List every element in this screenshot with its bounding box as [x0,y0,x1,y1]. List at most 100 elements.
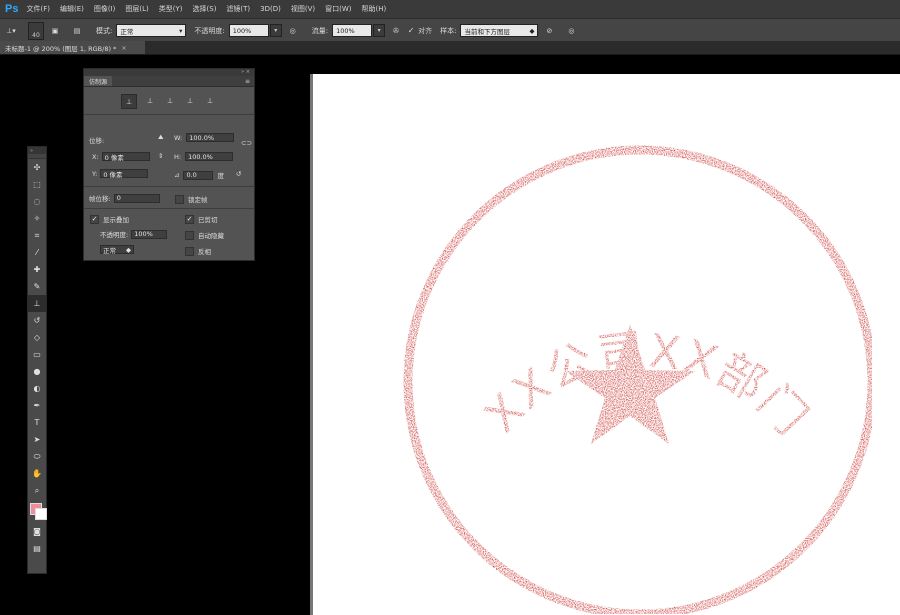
menu-type[interactable]: 类型(Y) [159,4,183,14]
flip-horizontal-icon[interactable]: ⛰ [158,133,163,142]
menu-file[interactable]: 文件(F) [26,4,50,14]
panel-collapse-icon[interactable]: » × [84,69,254,76]
mode-label: 模式: [96,26,113,35]
menu-help[interactable]: 帮助(H) [362,4,387,14]
menu-layer[interactable]: 图层(L) [125,4,148,14]
brush-tool-icon[interactable]: ✎ [28,278,46,295]
flip-vertical-icon[interactable]: ⇕ [158,152,163,160]
blur-tool-icon[interactable]: ● [28,363,46,380]
opacity-label: 不透明度: [194,26,225,35]
ignore-adjustment-layers-icon[interactable]: ⊘ [542,24,556,38]
lock-frame-checkbox[interactable] [175,194,184,204]
brush-size-picker[interactable]: 40 [28,21,44,40]
clipped-checkbox[interactable]: ✓ [185,214,194,224]
clone-source-4-icon[interactable]: ⊥ [183,94,197,107]
magic-wand-tool-icon[interactable]: ✧ [28,210,46,227]
tools-list: ✣ ⬚ ◌ ✧ ⌗ ⁄ ✚ ✎ ⊥ ↺ ◇ ▭ ● ◐ ✒ T ➤ ⬭ ✋ ⌕ [28,159,46,499]
clone-source-1-icon[interactable]: ⊥ [121,94,137,109]
y-offset-input[interactable]: 0 像素 [100,169,149,179]
move-tool-icon[interactable]: ✣ [28,159,46,176]
aligned-checkbox[interactable]: ✓ [407,26,415,35]
opacity-dropdown[interactable]: ▾ [269,24,282,37]
menu-select[interactable]: 选择(S) [193,4,217,14]
separator [84,208,254,209]
document-tab-bar: 未标题-1 @ 200% (图层 1, RGB/8) * × [0,41,900,55]
document-canvas[interactable]: XX公司XX部门财务专用章 [310,74,900,615]
opacity-input[interactable]: 100% [228,24,269,37]
width-scale-input[interactable]: 100.0% [186,133,235,142]
type-tool-icon[interactable]: T [28,414,46,431]
angle-unit: 度 [217,172,224,180]
reset-transform-icon[interactable]: ↺ [236,170,241,178]
menu-edit[interactable]: 编辑(E) [60,4,84,14]
flow-dropdown[interactable]: ▾ [373,24,386,37]
crop-tool-icon[interactable]: ⌗ [28,227,46,244]
menu-filter[interactable]: 滤镜(T) [226,4,250,14]
pressure-opacity-icon[interactable]: ◎ [286,24,300,38]
x-offset-input[interactable]: 0 像素 [101,152,150,162]
close-icon[interactable]: × [121,44,126,52]
tools-panel-header[interactable]: » [28,147,46,154]
panel-tab-bar: 仿制源 ≡ [84,76,254,87]
seal-text: XX公司XX部门财务专用章 [310,74,817,446]
overlay-opacity-label: 不透明度: [100,231,129,239]
zoom-tool-icon[interactable]: ⌕ [28,482,46,499]
clone-source-tab[interactable]: 仿制源 [84,76,113,86]
angle-icon: ⊿ [174,171,180,179]
blend-mode-select[interactable]: 正常 ◆ [100,245,134,255]
frame-offset-input[interactable]: 0 [113,193,160,203]
clone-stamp-tool-icon[interactable]: ⊥ [28,295,46,312]
sample-select[interactable]: 当前和下方图层 ◆ [460,24,539,37]
sample-value: 当前和下方图层 [464,27,510,36]
angle-input[interactable]: 0.0 [183,170,214,180]
gradient-tool-icon[interactable]: ▭ [28,346,46,363]
clipped-label: 已剪切 [198,216,218,224]
menu-view[interactable]: 视图(V) [291,4,315,14]
pen-tool-icon[interactable]: ✒ [28,397,46,414]
ellipse-tool-icon[interactable]: ⬭ [28,448,46,465]
auto-hide-label: 自动隐藏 [198,232,224,240]
screen-mode-icon[interactable]: ▤ [28,540,46,557]
pressure-size-icon[interactable]: ◎ [564,24,578,38]
chevron-down-icon: ◆ [126,245,131,254]
clone-source-2-icon[interactable]: ⊥ [143,94,157,107]
clone-source-panel: » × 仿制源 ≡ ⊥ ⊥ ⊥ ⊥ ⊥ 位移: ⛰ W: 100.0% ⊂⊃ X… [83,68,255,261]
history-brush-tool-icon[interactable]: ↺ [28,312,46,329]
x-label: X: [92,152,99,161]
quick-mask-icon[interactable]: ◙ [28,523,46,540]
healing-brush-tool-icon[interactable]: ✚ [28,261,46,278]
clone-stamp-preset-icon[interactable]: ⊥▾ [4,24,18,38]
auto-hide-checkbox[interactable] [185,230,194,240]
document-tab[interactable]: 未标题-1 @ 200% (图层 1, RGB/8) * × [0,41,145,54]
mode-select[interactable]: 正常 ▾ [116,24,187,37]
w-label: W: [174,133,183,142]
eyedropper-tool-icon[interactable]: ⁄ [28,244,46,261]
offset-label: 位移: [89,137,105,145]
clone-source-panel-icon[interactable]: ▤ [70,24,84,38]
overlay-opacity-input[interactable]: 100% [131,229,168,239]
path-selection-tool-icon[interactable]: ➤ [28,431,46,448]
link-icon[interactable]: ⊂⊃ [241,139,252,147]
color-swatches [28,499,47,523]
height-scale-input[interactable]: 100.0% [185,152,234,161]
menu-window[interactable]: 窗口(W) [325,4,351,14]
hand-tool-icon[interactable]: ✋ [28,465,46,482]
photoshop-logo: Ps [5,3,19,15]
show-overlay-checkbox[interactable]: ✓ [90,214,99,224]
marquee-tool-icon[interactable]: ⬚ [28,176,46,193]
flow-label: 流量: [311,26,329,35]
flow-input[interactable]: 100% [332,24,373,37]
h-label: H: [174,152,182,161]
eraser-tool-icon[interactable]: ◇ [28,329,46,346]
lasso-tool-icon[interactable]: ◌ [28,193,46,210]
dodge-tool-icon[interactable]: ◐ [28,380,46,397]
panel-menu-icon[interactable]: ≡ [245,78,250,85]
clone-source-3-icon[interactable]: ⊥ [163,94,177,107]
brush-panel-icon[interactable]: ▣ [48,24,62,38]
clone-source-5-icon[interactable]: ⊥ [203,94,217,107]
background-color-swatch[interactable] [35,508,47,520]
menu-image[interactable]: 图像(I) [94,4,116,14]
invert-checkbox[interactable] [185,246,194,256]
menu-3d[interactable]: 3D(D) [260,5,281,13]
airbrush-icon[interactable]: ✇ [389,24,403,38]
